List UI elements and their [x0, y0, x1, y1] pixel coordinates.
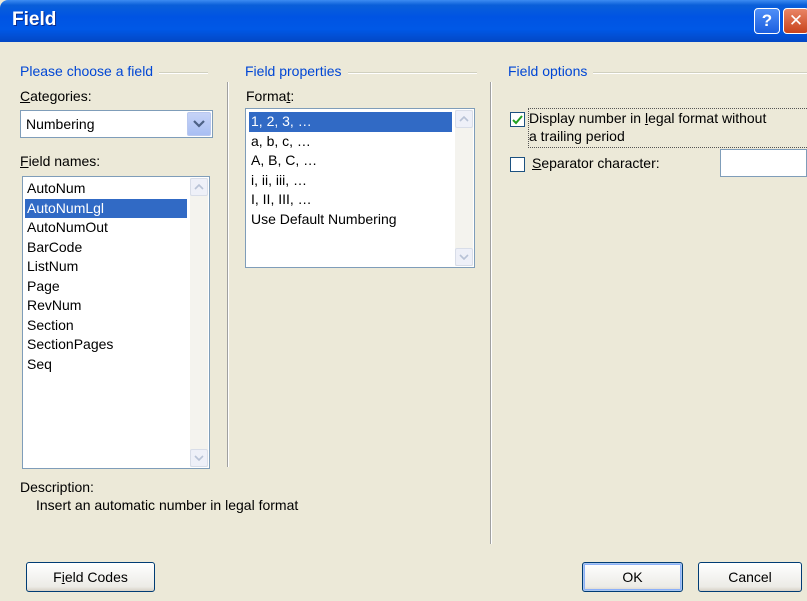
field-name-item[interactable]: RevNum — [25, 296, 187, 316]
field-properties-heading: Field properties — [245, 63, 348, 79]
field-names-list[interactable]: AutoNum AutoNumLgl AutoNumOut BarCode ListNu… — [22, 176, 210, 469]
title-bar[interactable]: Field ? ✕ — [0, 0, 807, 42]
chevron-up-icon — [459, 116, 469, 122]
description-label: Description: — [20, 479, 94, 495]
separator-input[interactable] — [720, 149, 807, 177]
chevron-down-icon[interactable] — [187, 112, 211, 136]
field-name-item[interactable]: Page — [25, 277, 187, 297]
field-name-item[interactable]: SectionPages — [25, 335, 187, 355]
format-list[interactable]: 1, 2, 3, … a, b, c, … A, B, C, … i, ii, iii… — [245, 108, 475, 268]
field-codes-button[interactable]: Field Codes — [26, 562, 155, 592]
field-name-item[interactable]: AutoNum — [25, 179, 187, 199]
separator-left — [227, 82, 229, 467]
chevron-up-icon — [194, 184, 204, 190]
field-codes-label: Field Codes — [53, 569, 128, 585]
format-item[interactable]: i, ii, iii, … — [249, 171, 452, 191]
scroll-down-button[interactable] — [455, 248, 473, 266]
field-name-item[interactable]: BarCode — [25, 238, 187, 258]
window-title: Field — [12, 9, 57, 30]
legal-format-label[interactable]: Display number in legal format without a… — [528, 108, 807, 148]
format-item[interactable]: Use Default Numbering — [249, 210, 452, 230]
format-scrollbar[interactable] — [455, 110, 473, 266]
separator-right — [490, 82, 492, 544]
format-item[interactable]: 1, 2, 3, … — [249, 112, 452, 132]
separator-checkbox[interactable] — [510, 157, 525, 172]
field-names-scrollbar[interactable] — [190, 178, 208, 467]
field-options-heading: Field options — [508, 63, 594, 79]
field-name-item[interactable]: AutoNumLgl — [25, 198, 187, 218]
field-names-label: Field names: — [20, 153, 101, 169]
field-name-item[interactable]: Seq — [25, 355, 187, 375]
format-items: 1, 2, 3, … a, b, c, … A, B, C, … i, ii, iii… — [249, 112, 452, 229]
categories-value: Numbering — [26, 116, 95, 132]
help-icon: ? — [761, 11, 773, 30]
checkmark-icon — [512, 114, 523, 124]
categories-dropdown[interactable]: Numbering — [20, 110, 213, 138]
format-item[interactable]: I, II, III, … — [249, 190, 452, 210]
cancel-button[interactable]: Cancel — [698, 562, 802, 592]
chevron-down-icon — [194, 455, 204, 461]
field-name-item[interactable]: ListNum — [25, 257, 187, 277]
field-name-item[interactable]: Section — [25, 316, 187, 336]
scroll-up-button[interactable] — [455, 110, 473, 128]
scroll-down-button[interactable] — [190, 449, 208, 467]
format-label: Format: — [246, 88, 295, 104]
separator-label[interactable]: Separator character: — [532, 155, 660, 171]
description-text: Insert an automatic number in legal form… — [36, 497, 299, 513]
scroll-up-button[interactable] — [190, 178, 208, 196]
chevron-down-icon — [459, 254, 469, 260]
categories-label: Categories: — [20, 88, 92, 104]
format-item[interactable]: A, B, C, … — [249, 151, 452, 171]
field-names-items: AutoNum AutoNumLgl AutoNumOut BarCode ListNu… — [25, 179, 187, 374]
ok-label: OK — [622, 569, 643, 585]
legal-format-checkbox[interactable] — [510, 112, 525, 127]
help-button[interactable]: ? — [754, 8, 780, 34]
choose-field-heading: Please choose a field — [20, 63, 160, 79]
close-icon: ✕ — [788, 11, 804, 30]
close-button[interactable]: ✕ — [783, 8, 807, 34]
format-item[interactable]: a, b, c, … — [249, 132, 452, 152]
field-name-item[interactable]: AutoNumOut — [25, 218, 187, 238]
ok-button[interactable]: OK — [582, 562, 683, 592]
cancel-label: Cancel — [728, 569, 772, 585]
